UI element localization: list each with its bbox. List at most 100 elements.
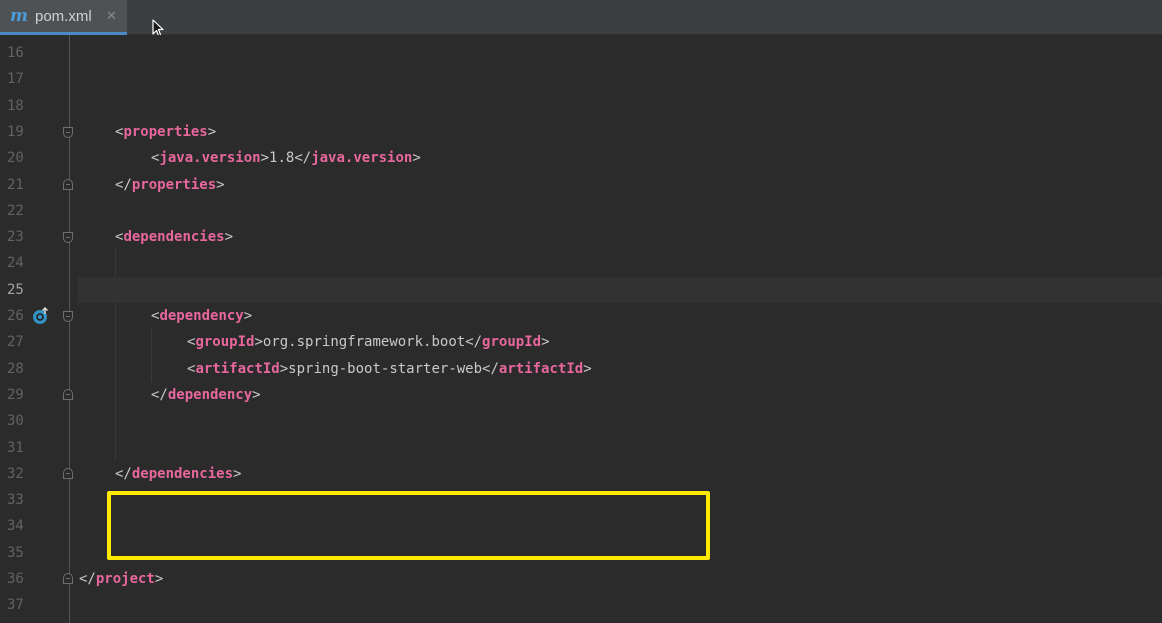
xml-bracket: </: [151, 386, 168, 403]
xml-bracket: </: [79, 571, 96, 587]
code-line[interactable]: 29 </dependency>: [0, 382, 1162, 408]
fold-end-icon[interactable]: [63, 467, 73, 479]
code-line[interactable]: 19 <properties>: [0, 119, 1162, 145]
xml-tag-name: java.version: [311, 150, 413, 167]
xml-tag-name: artifactId: [195, 360, 280, 377]
code-line[interactable]: 18: [0, 93, 1162, 119]
code-line[interactable]: 22: [0, 198, 1162, 224]
maven-file-icon: m: [10, 6, 28, 26]
current-line-highlight: [78, 276, 1162, 303]
editor-tab-bar: m pom.xml ✕: [0, 0, 1162, 38]
code-line[interactable]: 36 </project>: [0, 566, 1162, 592]
xml-value: 1.8: [269, 150, 295, 167]
line-number: 37: [7, 597, 24, 614]
code-text: </dependency>: [151, 386, 261, 404]
xml-bracket: >: [207, 123, 217, 140]
code-line[interactable]: 20 <java.version>1.8</java.version>: [0, 145, 1162, 171]
xml-tag-name: properties: [123, 123, 208, 140]
line-number: 24: [7, 255, 24, 272]
code-line[interactable]: 27 <groupId>org.springframework.boot</gro…: [0, 329, 1162, 355]
code-line[interactable]: 37: [0, 592, 1162, 618]
xml-tag-name: dependencies: [123, 229, 225, 246]
code-line[interactable]: 31: [0, 435, 1162, 461]
tab-pom-xml[interactable]: m pom.xml ✕: [0, 0, 127, 35]
code-editor[interactable]: 16 17 18 19 <properties> 20 <java.version>1.8<…: [0, 35, 1162, 623]
xml-value: spring-boot-starter-web: [288, 360, 483, 377]
code-text: <dependencies>: [115, 228, 233, 246]
xml-bracket: >: [541, 334, 550, 351]
xml-bracket: </: [115, 465, 132, 482]
fold-end-icon[interactable]: [63, 388, 73, 400]
xml-value: org.springframework.boot: [262, 334, 466, 351]
xml-bracket: >: [243, 308, 253, 324]
xml-bracket: >: [260, 150, 270, 167]
line-number: 26: [7, 308, 24, 324]
code-line[interactable]: 30: [0, 408, 1162, 434]
xml-bracket: </: [465, 334, 483, 351]
line-number: 21: [7, 176, 24, 193]
line-number: 31: [7, 439, 24, 456]
xml-tag-name: dependency: [167, 386, 253, 403]
code-text: <properties>: [115, 123, 216, 141]
code-text: <dependency>: [151, 307, 252, 325]
xml-tag-name: groupId: [482, 334, 542, 351]
xml-tag-name: project: [95, 571, 155, 587]
line-number: 28: [7, 360, 24, 377]
xml-bracket: </: [482, 360, 499, 377]
code-text: <groupId>org.springframework.boot</group…: [187, 333, 550, 351]
code-line[interactable]: 21 </properties>: [0, 172, 1162, 198]
line-number: 29: [7, 386, 24, 403]
line-number: 33: [7, 492, 24, 509]
xml-tag-name: properties: [131, 176, 217, 193]
xml-bracket: >: [412, 150, 421, 167]
code-line[interactable]: 23 <dependencies>: [0, 224, 1162, 250]
xml-bracket: >: [154, 571, 164, 587]
code-text: </dependencies>: [115, 465, 241, 483]
code-line[interactable]: 16: [0, 40, 1162, 66]
line-number: 36: [7, 571, 24, 587]
xml-tag-name: artifactId: [498, 360, 584, 377]
maven-dependency-icon[interactable]: [32, 307, 50, 325]
fold-collapse-icon[interactable]: [63, 311, 73, 322]
xml-tag-name: groupId: [195, 334, 255, 351]
xml-bracket: >: [224, 229, 234, 246]
fold-end-icon[interactable]: [63, 573, 73, 584]
line-number: 35: [7, 544, 24, 561]
xml-bracket: >: [216, 176, 225, 193]
xml-bracket: </: [294, 150, 312, 167]
code-line[interactable]: 24: [0, 250, 1162, 276]
fold-end-icon[interactable]: [63, 178, 73, 190]
code-text: </properties>: [115, 176, 225, 194]
code-text: </project>: [79, 570, 163, 588]
code-text: <artifactId>spring-boot-starter-web</art…: [187, 360, 592, 378]
yellow-highlight-box: [107, 491, 710, 560]
xml-bracket: </: [115, 176, 132, 193]
xml-tag-name: java.version: [159, 150, 261, 167]
line-number: 20: [7, 150, 24, 167]
fold-collapse-icon[interactable]: [63, 126, 73, 138]
code-line[interactable]: 17: [0, 66, 1162, 92]
line-number: 34: [7, 518, 24, 535]
xml-bracket: >: [252, 386, 261, 403]
line-number: 19: [7, 123, 24, 140]
xml-tag-name: dependency: [159, 308, 244, 324]
xml-bracket: >: [254, 334, 263, 351]
close-icon[interactable]: ✕: [106, 9, 117, 25]
code-line[interactable]: 32 </dependencies>: [0, 461, 1162, 487]
code-line[interactable]: 25: [0, 276, 1162, 303]
tab-label: pom.xml: [35, 8, 92, 25]
line-number: 30: [7, 413, 24, 430]
xml-tag-name: dependencies: [131, 465, 234, 482]
line-number: 32: [7, 465, 24, 482]
code-line[interactable]: 26 <dependency>: [0, 303, 1162, 329]
line-number: 18: [7, 97, 24, 114]
xml-bracket: >: [233, 465, 242, 482]
line-number: 16: [7, 45, 24, 61]
code-line[interactable]: 28 <artifactId>spring-boot-starter-web</a…: [0, 356, 1162, 382]
line-number: 22: [7, 202, 24, 219]
fold-collapse-icon[interactable]: [63, 232, 73, 244]
xml-bracket: >: [279, 360, 289, 377]
line-number: 25: [7, 281, 24, 298]
line-number: 17: [7, 71, 24, 88]
xml-bracket: >: [583, 360, 592, 377]
